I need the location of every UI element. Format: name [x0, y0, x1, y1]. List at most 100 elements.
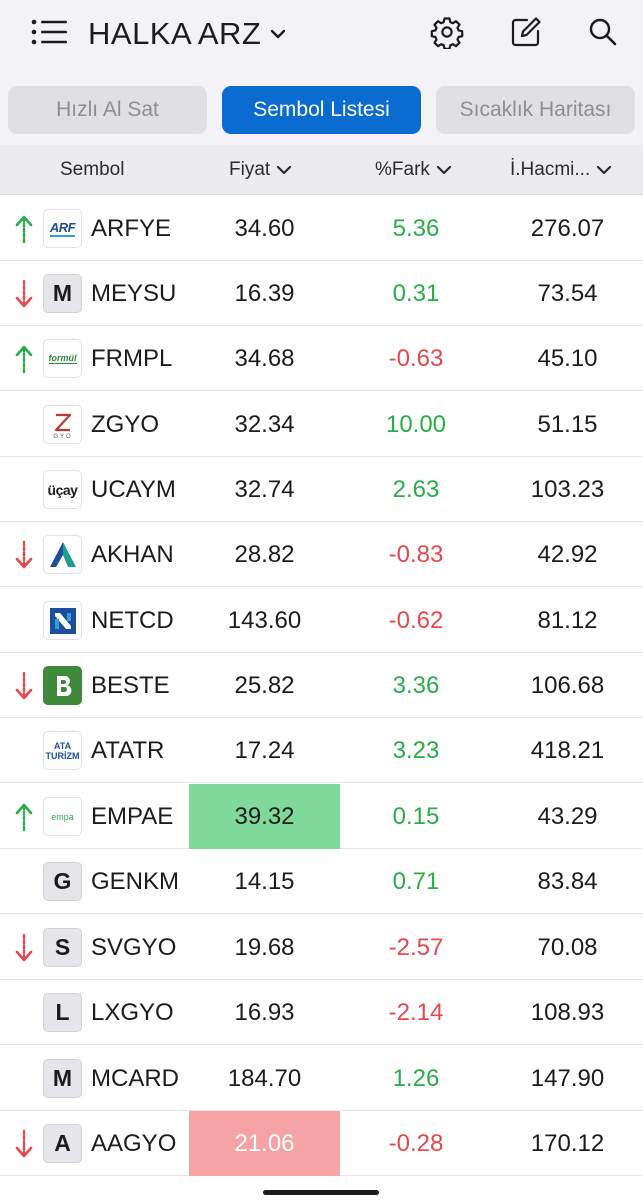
- volume-value: 103.23: [530, 475, 605, 503]
- edit-button[interactable]: [506, 12, 546, 52]
- price-value: 32.74: [234, 475, 295, 503]
- chevron-down-icon: [436, 165, 452, 175]
- symbol-name: SVGYO: [91, 933, 177, 961]
- column-header-diff[interactable]: %Fark: [375, 145, 452, 195]
- price-value: 25.82: [234, 671, 295, 699]
- price-value: 143.60: [227, 606, 302, 634]
- column-header-price[interactable]: Fiyat: [229, 145, 292, 195]
- company-logo-beste: [43, 666, 82, 705]
- navigation-bar: HALKA ARZ: [0, 0, 643, 70]
- segment-control: Hızlı Al Sat Sembol Listesi Sıcaklık Har…: [0, 86, 643, 136]
- price-value: 34.60: [234, 214, 295, 242]
- table-row[interactable]: G GENKM 14.15 0.71 83.84: [0, 849, 643, 914]
- symbol-name: AKHAN: [91, 540, 174, 568]
- tab-sembol-listesi[interactable]: Sembol Listesi: [222, 86, 421, 134]
- table-row[interactable]: empa EMPAE 39.32 0.15 43.29: [0, 784, 643, 849]
- tab-sicaklik-haritasi[interactable]: Sıcaklık Haritası: [436, 86, 635, 134]
- table-row[interactable]: L LXGYO 16.93 -2.14 108.93: [0, 980, 643, 1045]
- symbol-name: BESTE: [91, 671, 170, 699]
- gear-icon: [430, 17, 464, 49]
- diff-value: -2.57: [388, 933, 444, 961]
- search-button[interactable]: [583, 12, 623, 52]
- price-value: 14.15: [234, 867, 295, 895]
- symbol-name: MCARD: [91, 1064, 179, 1092]
- diff-value: 0.71: [392, 867, 440, 895]
- chevron-down-icon: [597, 165, 612, 175]
- table-header: Sembol Fiyat %Fark İ.Hacmi...: [0, 145, 643, 195]
- table-row[interactable]: ATA TURİZM ATATR 17.24 3.23 418.21: [0, 718, 643, 783]
- table-row[interactable]: S SVGYO 19.68 -2.57 70.08: [0, 915, 643, 980]
- diff-value: -0.83: [388, 540, 444, 568]
- arrow-up-icon: [15, 215, 33, 244]
- price-value: 39.32: [189, 784, 340, 849]
- arrow-down-icon: [15, 671, 33, 700]
- symbol-name: AAGYO: [91, 1129, 177, 1157]
- bottom-safe-area: [0, 1177, 643, 1200]
- price-value: 17.24: [234, 736, 295, 764]
- table-row[interactable]: M MEYSU 16.39 0.31 73.54: [0, 261, 643, 326]
- arrow-down-icon: [15, 1129, 33, 1158]
- table-row[interactable]: formül FRMPL 34.68 -0.63 45.10: [0, 326, 643, 391]
- volume-value: 43.29: [537, 802, 598, 830]
- top-bar: HALKA ARZ Hızlı Al Sat Sembol Listesi Sı…: [0, 0, 643, 145]
- chevron-down-icon: [271, 29, 286, 39]
- diff-value: 0.31: [392, 279, 440, 307]
- arrow-up-icon: [15, 345, 33, 374]
- company-logo-genkm: G: [43, 862, 82, 901]
- column-header-symbol[interactable]: Sembol: [60, 145, 124, 195]
- arrow-up-icon: [15, 803, 33, 832]
- table-row[interactable]: BESTE 25.82 3.36 106.68: [0, 653, 643, 718]
- volume-value: 83.84: [537, 867, 598, 895]
- page-title: HALKA ARZ: [88, 16, 262, 51]
- table-row[interactable]: NETCD 143.60 -0.62 81.12: [0, 588, 643, 653]
- table-row[interactable]: M MCARD 184.70 1.26 147.90: [0, 1046, 643, 1111]
- volume-value: 70.08: [537, 933, 598, 961]
- company-logo-netcd: [43, 601, 82, 640]
- price-value: 184.70: [227, 1064, 302, 1092]
- symbol-name: LXGYO: [91, 998, 174, 1026]
- diff-value: 5.36: [392, 214, 440, 242]
- symbol-name: GENKM: [91, 867, 180, 895]
- list-title-selector[interactable]: HALKA ARZ: [88, 14, 289, 54]
- company-logo-mcard: M: [43, 1059, 82, 1098]
- volume-value: 108.93: [530, 998, 605, 1026]
- diff-value: 0.15: [392, 802, 440, 830]
- settings-button[interactable]: [427, 12, 467, 52]
- home-indicator[interactable]: [263, 1190, 379, 1195]
- table-row[interactable]: ARF ARFYE 34.60 5.36 276.07: [0, 196, 643, 261]
- diff-value: 2.63: [392, 475, 440, 503]
- symbol-name: UCAYM: [91, 475, 176, 503]
- table-row[interactable]: üçay UCAYM 32.74 2.63 103.23: [0, 457, 643, 522]
- table-row[interactable]: AKHAN 28.82 -0.83 42.92: [0, 522, 643, 587]
- symbol-name: EMPAE: [91, 802, 174, 830]
- diff-value: -2.14: [388, 998, 444, 1026]
- company-logo-svgyo: S: [43, 928, 82, 967]
- tab-hizli-al-sat[interactable]: Hızlı Al Sat: [8, 86, 207, 134]
- search-icon: [589, 18, 617, 46]
- column-header-volume[interactable]: İ.Hacmi...: [510, 145, 612, 195]
- table-row[interactable]: GYO ZGYO 32.34 10.00 51.15: [0, 392, 643, 457]
- table-row[interactable]: A AAGYO 21.06 -0.28 170.12: [0, 1111, 643, 1176]
- price-value: 19.68: [234, 933, 295, 961]
- volume-value: 170.12: [530, 1129, 605, 1157]
- diff-value: -0.63: [388, 344, 444, 372]
- price-value: 34.68: [234, 344, 295, 372]
- volume-value: 276.07: [530, 214, 605, 242]
- company-logo-akhan: [43, 535, 82, 574]
- company-logo-empae: empa: [43, 797, 82, 836]
- chevron-down-icon: [277, 165, 292, 175]
- volume-value: 51.15: [537, 410, 598, 438]
- list-menu-icon[interactable]: [30, 16, 70, 48]
- diff-value: 3.23: [392, 736, 440, 764]
- diff-value: 3.36: [392, 671, 440, 699]
- price-value: 16.93: [234, 998, 295, 1026]
- volume-value: 106.68: [530, 671, 605, 699]
- diff-value: -0.28: [388, 1129, 444, 1157]
- arrow-down-icon: [15, 279, 33, 308]
- volume-value: 45.10: [537, 344, 598, 372]
- symbol-name: ATATR: [91, 736, 165, 764]
- volume-value: 418.21: [530, 736, 605, 764]
- company-logo-frmpl: formül: [43, 339, 82, 378]
- diff-value: 10.00: [385, 410, 447, 438]
- diff-value: -0.62: [388, 606, 444, 634]
